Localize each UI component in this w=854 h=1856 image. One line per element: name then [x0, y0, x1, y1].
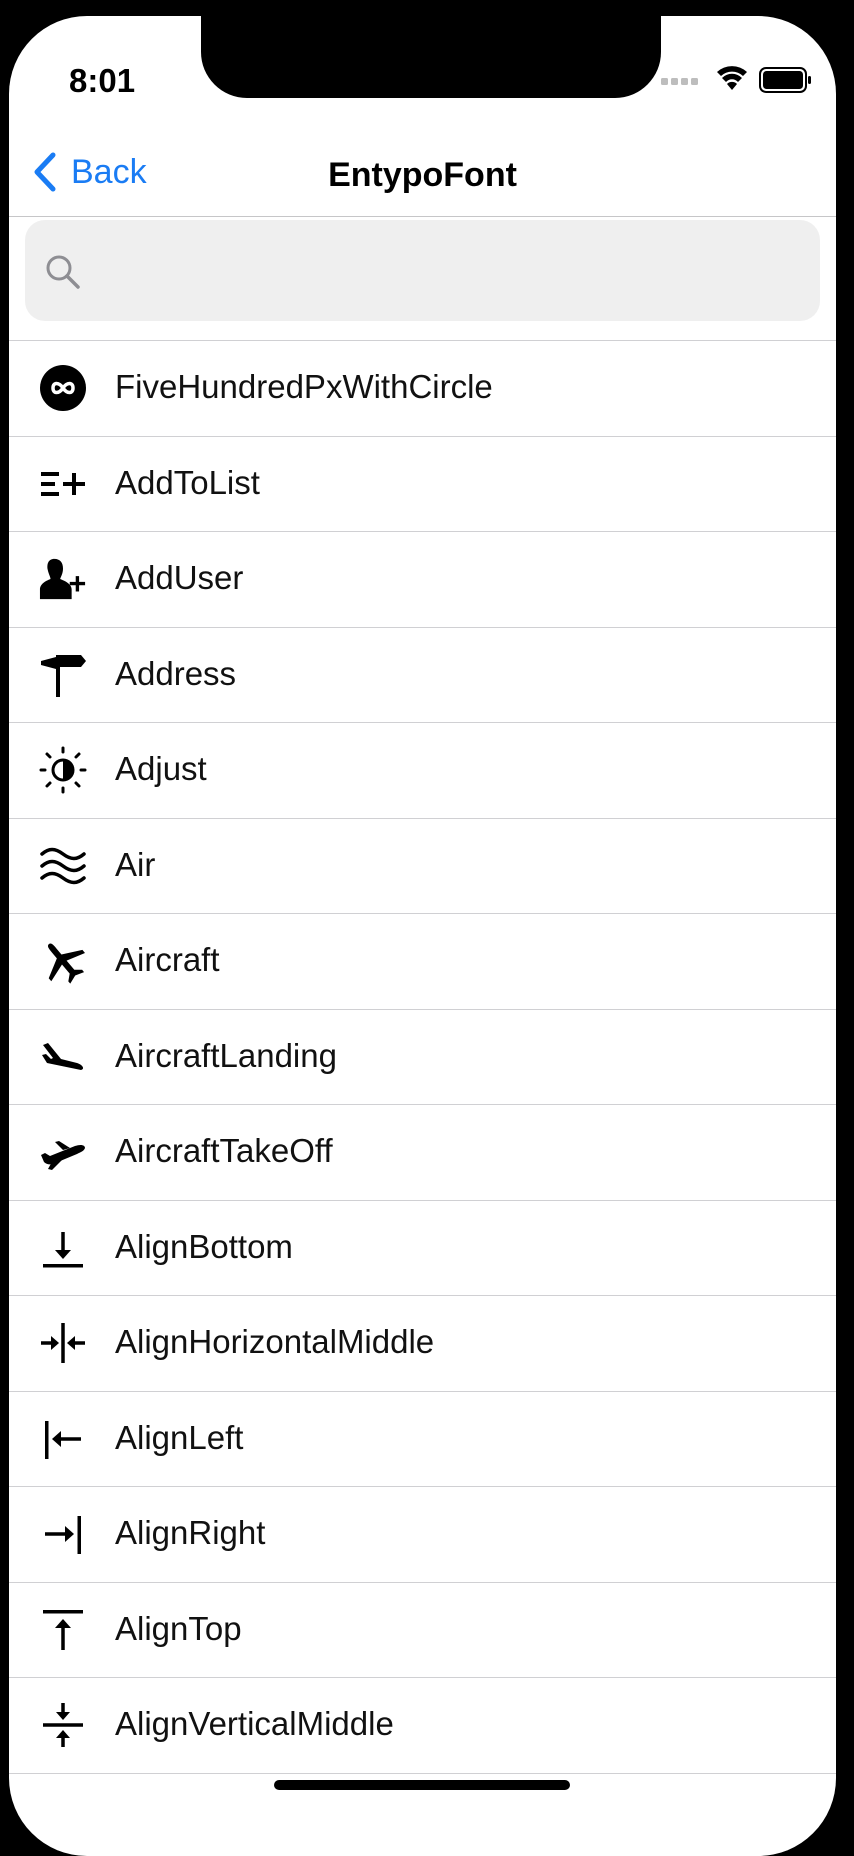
list-item[interactable]: Aircraft	[9, 914, 836, 1010]
list-item-label: Air	[115, 845, 156, 883]
air-icon	[39, 842, 87, 890]
list-item-label: FiveHundredPxWithCircle	[115, 368, 493, 405]
list-item[interactable]: FiveHundredPxWithCircle	[9, 341, 836, 437]
list-item-label: AlignLeft	[115, 1418, 244, 1456]
add-to-list-icon	[39, 460, 87, 508]
list-item-label: Address	[115, 654, 237, 692]
list-item[interactable]: AircraftLanding	[9, 1010, 836, 1105]
cellular-signal-icon	[661, 78, 698, 85]
align-right-icon	[39, 1510, 87, 1558]
icon-list: FiveHundredPxWithCircle AddToList AddUse…	[9, 340, 836, 1774]
fivehundredpx-circle-icon	[39, 364, 87, 412]
list-item[interactable]: AddToList	[9, 437, 836, 532]
list-item-label: AircraftLanding	[115, 1036, 337, 1074]
align-horizontal-middle-icon	[39, 1319, 87, 1367]
list-item-label: AlignBottom	[115, 1227, 293, 1265]
list-item-label: Adjust	[115, 750, 207, 787]
list-item-label: Aircraft	[115, 941, 220, 978]
list-item[interactable]: AddUser	[9, 532, 836, 628]
list-item[interactable]: AlignLeft	[9, 1392, 836, 1487]
list-item[interactable]: AlignHorizontalMiddle	[9, 1296, 836, 1392]
device-notch	[201, 16, 661, 98]
list-item-label: AddUser	[115, 559, 244, 596]
adjust-icon	[39, 746, 87, 794]
search-input[interactable]	[95, 244, 799, 298]
status-icons	[661, 66, 811, 93]
list-item-label: AlignRight	[115, 1514, 266, 1551]
search-icon	[46, 255, 80, 289]
status-time: 8:01	[69, 62, 136, 99]
list-item-label: AlignHorizontalMiddle	[115, 1323, 435, 1360]
battery-icon	[759, 67, 811, 93]
list-item[interactable]: Address	[9, 628, 836, 723]
add-user-icon	[39, 555, 87, 603]
align-vertical-middle-icon	[39, 1701, 87, 1749]
list-item[interactable]: AlignTop	[9, 1583, 836, 1678]
aircraft-take-off-icon	[39, 1128, 87, 1176]
page-title: EntypoFont	[328, 156, 517, 194]
align-top-icon	[39, 1606, 87, 1654]
list-item[interactable]: Air	[9, 819, 836, 914]
list-item-label: AddToList	[115, 463, 260, 501]
list-item[interactable]: Adjust	[9, 723, 836, 819]
list-item[interactable]: AlignBottom	[9, 1201, 836, 1296]
list-item-label: AlignTop	[115, 1609, 242, 1647]
list-item[interactable]: AlignVerticalMiddle	[9, 1678, 836, 1774]
address-icon	[39, 651, 87, 699]
aircraft-landing-icon	[39, 1033, 87, 1081]
search-bar[interactable]	[25, 220, 820, 321]
align-bottom-icon	[39, 1224, 87, 1272]
list-item[interactable]: AircraftTakeOff	[9, 1105, 836, 1201]
app-screen: 8:01 Back EntypoFont FiveHundredPxWithCi…	[9, 16, 836, 1856]
list-item-label: AlignVerticalMiddle	[115, 1705, 394, 1742]
list-item[interactable]: AlignRight	[9, 1487, 836, 1583]
navigation-bar: Back EntypoFont	[9, 130, 836, 217]
list-item-label: AircraftTakeOff	[115, 1132, 333, 1169]
home-indicator[interactable]	[274, 1780, 570, 1790]
align-left-icon	[39, 1415, 87, 1463]
wifi-icon	[717, 66, 747, 90]
aircraft-icon	[39, 937, 87, 985]
